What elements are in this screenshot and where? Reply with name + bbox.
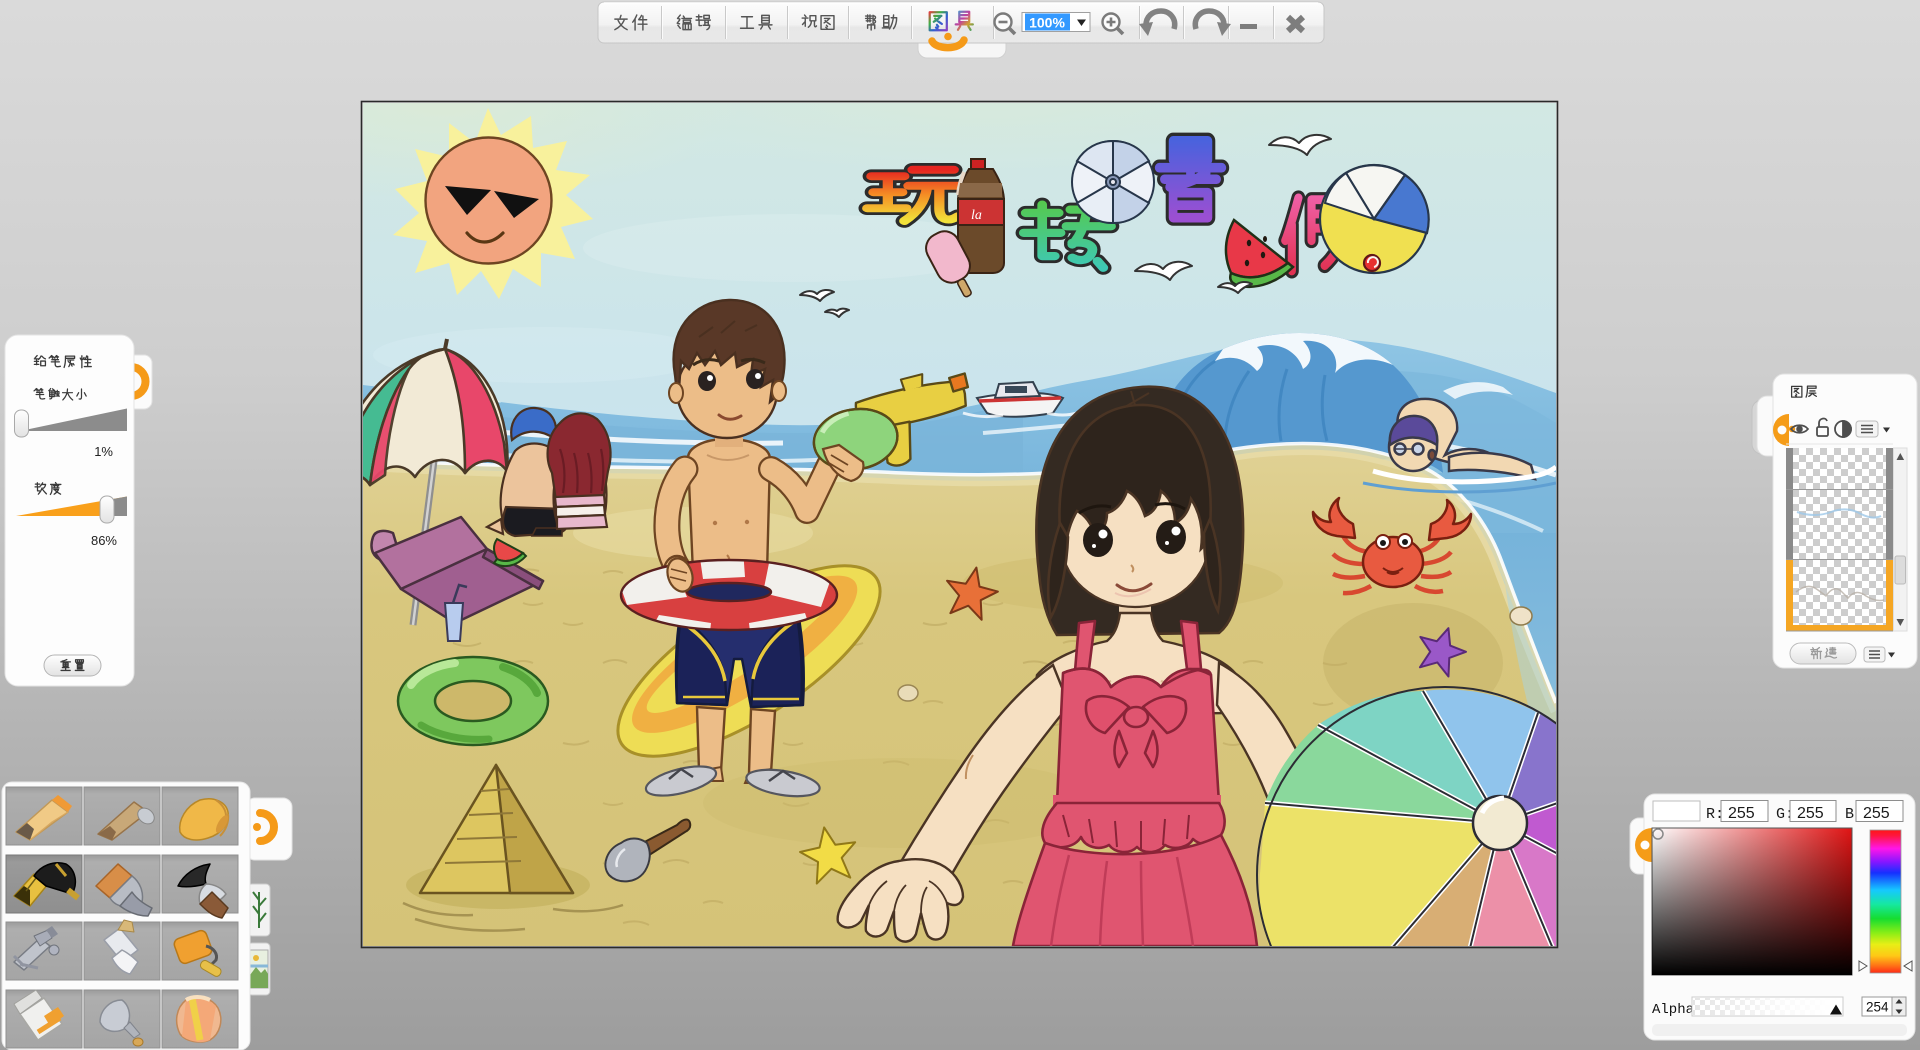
svg-text:255: 255: [1863, 805, 1890, 822]
svg-text:1%: 1%: [94, 444, 113, 459]
svg-text:254: 254: [1866, 1000, 1889, 1015]
svg-text:100%: 100%: [1029, 15, 1065, 31]
svg-text:Alpha: Alpha: [1652, 1002, 1694, 1018]
svg-text:255: 255: [1797, 805, 1824, 822]
svg-text:la: la: [971, 208, 982, 223]
svg-text:255: 255: [1728, 805, 1755, 822]
svg-text:86%: 86%: [91, 533, 117, 548]
